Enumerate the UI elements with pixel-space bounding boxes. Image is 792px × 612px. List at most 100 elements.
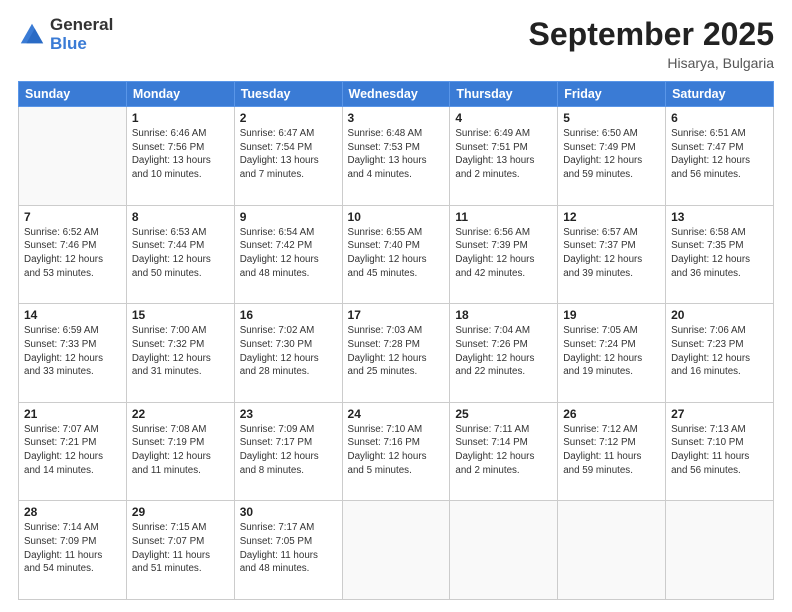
day-number: 25 [455, 407, 552, 421]
day-info: Sunrise: 6:47 AMSunset: 7:54 PMDaylight:… [240, 127, 337, 182]
calendar-cell: 25 Sunrise: 7:11 AMSunset: 7:14 PMDayligh… [450, 402, 558, 501]
day-info: Sunrise: 7:17 AMSunset: 7:05 PMDaylight:… [240, 521, 337, 576]
day-number: 21 [24, 407, 121, 421]
day-info: Sunrise: 7:15 AMSunset: 7:07 PMDaylight:… [132, 521, 229, 576]
calendar-cell: 7 Sunrise: 6:52 AMSunset: 7:46 PMDaylight… [19, 205, 127, 304]
calendar-cell: 18Sunrise: 7:04 AMSunset: 7:26 PMDayligh… [450, 304, 558, 403]
calendar-cell: 26 Sunrise: 7:12 AMSunset: 7:12 PMDayligh… [558, 402, 666, 501]
day-info: Sunrise: 7:03 AMSunset: 7:28 PMDaylight:… [348, 324, 445, 379]
calendar-cell: 21 Sunrise: 7:07 AMSunset: 7:21 PMDayligh… [19, 402, 127, 501]
day-number: 20 [671, 308, 768, 322]
day-info: Sunrise: 7:13 AMSunset: 7:10 PMDaylight:… [671, 423, 768, 478]
day-info: Sunrise: 7:09 AMSunset: 7:17 PMDaylight:… [240, 423, 337, 478]
day-number: 17 [348, 308, 445, 322]
calendar-cell: 2 Sunrise: 6:47 AMSunset: 7:54 PMDaylight… [234, 107, 342, 206]
day-number: 4 [455, 111, 552, 125]
day-info: Sunrise: 6:51 AMSunset: 7:47 PMDaylight:… [671, 127, 768, 182]
weekday-row: SundayMondayTuesdayWednesdayThursdayFrid… [19, 82, 774, 107]
title-location: Hisarya, Bulgaria [529, 55, 774, 71]
day-info: Sunrise: 6:57 AMSunset: 7:37 PMDaylight:… [563, 226, 660, 281]
day-info: Sunrise: 7:11 AMSunset: 7:14 PMDaylight:… [455, 423, 552, 478]
day-number: 27 [671, 407, 768, 421]
calendar-cell: 19 Sunrise: 7:05 AMSunset: 7:24 PMDayligh… [558, 304, 666, 403]
calendar-body: 1 Sunrise: 6:46 AMSunset: 7:56 PMDaylight… [19, 107, 774, 600]
calendar-cell [666, 501, 774, 600]
day-info: Sunrise: 6:50 AMSunset: 7:49 PMDaylight:… [563, 127, 660, 182]
day-number: 7 [24, 210, 121, 224]
day-info: Sunrise: 7:10 AMSunset: 7:16 PMDaylight:… [348, 423, 445, 478]
day-info: Sunrise: 6:56 AMSunset: 7:39 PMDaylight:… [455, 226, 552, 281]
calendar-cell: 4 Sunrise: 6:49 AMSunset: 7:51 PMDaylight… [450, 107, 558, 206]
day-number: 10 [348, 210, 445, 224]
calendar-cell: 5 Sunrise: 6:50 AMSunset: 7:49 PMDaylight… [558, 107, 666, 206]
day-number: 3 [348, 111, 445, 125]
day-info: Sunrise: 6:54 AMSunset: 7:42 PMDaylight:… [240, 226, 337, 281]
day-info: Sunrise: 6:49 AMSunset: 7:51 PMDaylight:… [455, 127, 552, 182]
day-info: Sunrise: 7:12 AMSunset: 7:12 PMDaylight:… [563, 423, 660, 478]
logo-text: General Blue [50, 16, 113, 53]
title-month: September 2025 [529, 16, 774, 53]
day-number: 23 [240, 407, 337, 421]
day-number: 15 [132, 308, 229, 322]
logo-icon [18, 21, 46, 49]
calendar-cell: 17 Sunrise: 7:03 AMSunset: 7:28 PMDayligh… [342, 304, 450, 403]
day-number: 28 [24, 505, 121, 519]
day-info: Sunrise: 7:14 AMSunset: 7:09 PMDaylight:… [24, 521, 121, 576]
calendar-cell: 13 Sunrise: 6:58 AMSunset: 7:35 PMDayligh… [666, 205, 774, 304]
calendar-cell: 9 Sunrise: 6:54 AMSunset: 7:42 PMDaylight… [234, 205, 342, 304]
header: General Blue September 2025 Hisarya, Bul… [18, 16, 774, 71]
week-row: 1 Sunrise: 6:46 AMSunset: 7:56 PMDaylight… [19, 107, 774, 206]
day-info: Sunrise: 7:00 AMSunset: 7:32 PMDaylight:… [132, 324, 229, 379]
logo-general-text: General [50, 16, 113, 35]
day-info: Sunrise: 7:02 AMSunset: 7:30 PMDaylight:… [240, 324, 337, 379]
calendar-cell [19, 107, 127, 206]
day-info: Sunrise: 7:07 AMSunset: 7:21 PMDaylight:… [24, 423, 121, 478]
day-info: Sunrise: 6:58 AMSunset: 7:35 PMDaylight:… [671, 226, 768, 281]
weekday-header-thursday: Thursday [450, 82, 558, 107]
day-number: 5 [563, 111, 660, 125]
calendar-cell: 24Sunrise: 7:10 AMSunset: 7:16 PMDayligh… [342, 402, 450, 501]
weekday-header-friday: Friday [558, 82, 666, 107]
calendar-cell: 16Sunrise: 7:02 AMSunset: 7:30 PMDayligh… [234, 304, 342, 403]
calendar-cell [450, 501, 558, 600]
calendar-cell: 11Sunrise: 6:56 AMSunset: 7:39 PMDayligh… [450, 205, 558, 304]
day-number: 26 [563, 407, 660, 421]
calendar-cell: 10Sunrise: 6:55 AMSunset: 7:40 PMDayligh… [342, 205, 450, 304]
logo: General Blue [18, 16, 113, 53]
day-number: 30 [240, 505, 337, 519]
calendar-header: SundayMondayTuesdayWednesdayThursdayFrid… [19, 82, 774, 107]
weekday-header-monday: Monday [126, 82, 234, 107]
day-number: 8 [132, 210, 229, 224]
calendar-cell [342, 501, 450, 600]
calendar-cell: 27 Sunrise: 7:13 AMSunset: 7:10 PMDayligh… [666, 402, 774, 501]
week-row: 28 Sunrise: 7:14 AMSunset: 7:09 PMDayligh… [19, 501, 774, 600]
day-number: 9 [240, 210, 337, 224]
weekday-header-tuesday: Tuesday [234, 82, 342, 107]
day-info: Sunrise: 7:05 AMSunset: 7:24 PMDaylight:… [563, 324, 660, 379]
day-number: 13 [671, 210, 768, 224]
day-info: Sunrise: 7:08 AMSunset: 7:19 PMDaylight:… [132, 423, 229, 478]
day-number: 1 [132, 111, 229, 125]
day-number: 19 [563, 308, 660, 322]
day-info: Sunrise: 6:52 AMSunset: 7:46 PMDaylight:… [24, 226, 121, 281]
day-number: 14 [24, 308, 121, 322]
calendar-cell: 1 Sunrise: 6:46 AMSunset: 7:56 PMDaylight… [126, 107, 234, 206]
logo-blue-text: Blue [50, 35, 113, 54]
calendar: SundayMondayTuesdayWednesdayThursdayFrid… [18, 81, 774, 600]
calendar-cell: 12Sunrise: 6:57 AMSunset: 7:37 PMDayligh… [558, 205, 666, 304]
calendar-cell: 20 Sunrise: 7:06 AMSunset: 7:23 PMDayligh… [666, 304, 774, 403]
page: General Blue September 2025 Hisarya, Bul… [0, 0, 792, 612]
week-row: 14 Sunrise: 6:59 AMSunset: 7:33 PMDayligh… [19, 304, 774, 403]
calendar-cell: 28 Sunrise: 7:14 AMSunset: 7:09 PMDayligh… [19, 501, 127, 600]
calendar-cell: 3Sunrise: 6:48 AMSunset: 7:53 PMDaylight… [342, 107, 450, 206]
calendar-cell: 23 Sunrise: 7:09 AMSunset: 7:17 PMDayligh… [234, 402, 342, 501]
weekday-header-sunday: Sunday [19, 82, 127, 107]
day-info: Sunrise: 6:59 AMSunset: 7:33 PMDaylight:… [24, 324, 121, 379]
calendar-cell: 15 Sunrise: 7:00 AMSunset: 7:32 PMDayligh… [126, 304, 234, 403]
calendar-cell: 8Sunrise: 6:53 AMSunset: 7:44 PMDaylight… [126, 205, 234, 304]
day-info: Sunrise: 7:06 AMSunset: 7:23 PMDaylight:… [671, 324, 768, 379]
calendar-cell: 14 Sunrise: 6:59 AMSunset: 7:33 PMDayligh… [19, 304, 127, 403]
day-number: 2 [240, 111, 337, 125]
calendar-cell: 30 Sunrise: 7:17 AMSunset: 7:05 PMDayligh… [234, 501, 342, 600]
day-info: Sunrise: 6:46 AMSunset: 7:56 PMDaylight:… [132, 127, 229, 182]
